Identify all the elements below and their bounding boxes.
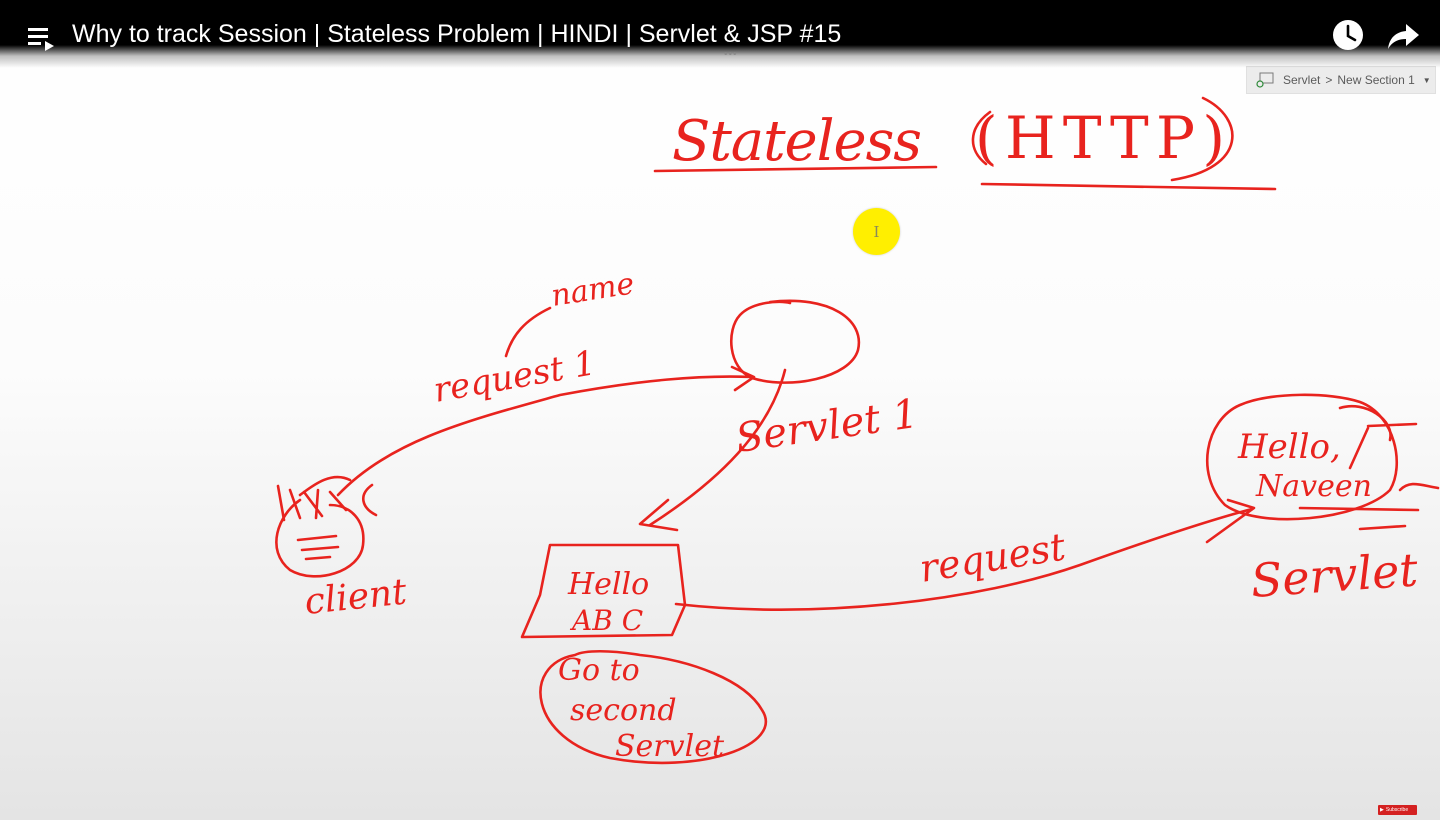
share-arrow-icon[interactable] (1386, 20, 1420, 52)
heading-http: (HTTP) (975, 104, 1225, 172)
paren-underline (980, 182, 1277, 191)
name-label: name (549, 266, 637, 314)
subscribe-watermark[interactable]: ▶ Subscribe (1378, 805, 1417, 815)
video-title[interactable]: Why to track Session | Stateless Problem… (72, 18, 841, 50)
servlet1-label: Servlet 1 (733, 391, 921, 462)
note-line-goto: Go to (558, 653, 640, 688)
video-player[interactable]: Stateless (HTTP) name request 1 Servlet … (0, 0, 1440, 820)
servlet1-circle (729, 299, 861, 384)
breadcrumb-separator: > (1325, 73, 1333, 87)
whiteboard-drawing: Stateless (HTTP) name request 1 Servlet … (275, 96, 1440, 765)
breadcrumb-section[interactable]: New Section 1 (1337, 73, 1414, 87)
request2-label: request (917, 524, 1070, 591)
request1-label: request 1 (431, 343, 599, 411)
pen-cursor-highlight: I (853, 208, 900, 255)
breadcrumb-notebook[interactable]: Servlet (1283, 73, 1320, 87)
box-text-abc: AB C (569, 604, 643, 637)
text-cursor-icon: I (873, 222, 880, 241)
client-label: client (303, 571, 409, 623)
chevron-down-icon[interactable]: ▼ (1423, 76, 1431, 85)
note-line-servlet: Servlet (615, 729, 725, 764)
box-text-hello: Hello (567, 567, 649, 602)
subscribe-label: Subscribe (1385, 807, 1409, 813)
servlet2-label: Servlet (1249, 542, 1420, 608)
video-top-bar: Why to track Session | Stateless Problem… (0, 0, 1440, 68)
circle2-text-name: Naveen (1255, 469, 1372, 504)
play-icon: ▶ (1380, 807, 1384, 813)
drag-handle[interactable]: ••• (724, 50, 738, 60)
circle2-text-hello: Hello, (1237, 427, 1341, 467)
onenote-breadcrumb[interactable]: Servlet > New Section 1 ▼ (1246, 66, 1436, 94)
whiteboard-canvas: Stateless (HTTP) name request 1 Servlet … (0, 0, 1440, 820)
request1-arrow (336, 375, 754, 497)
clock-icon[interactable] (1332, 19, 1364, 51)
notebook-icon (1256, 72, 1274, 88)
note-line-second: second (570, 693, 677, 728)
playlist-icon[interactable] (24, 18, 58, 54)
heading-stateless: Stateless (672, 109, 922, 174)
